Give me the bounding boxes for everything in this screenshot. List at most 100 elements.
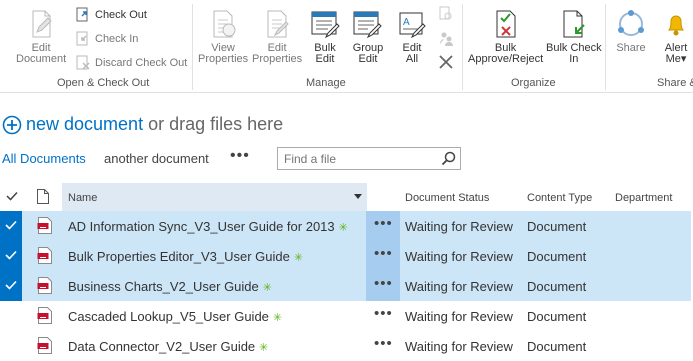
svg-text:A: A: [403, 17, 410, 28]
bell-icon: [667, 15, 685, 36]
new-document-bar: new document or drag files here: [2, 114, 283, 135]
discard-check-out-icon: [76, 55, 90, 70]
view-properties-icon: [213, 10, 236, 38]
edit-properties-icon: [267, 10, 289, 38]
search-document-icon[interactable]: [438, 6, 454, 22]
row-menu-button[interactable]: •••: [374, 245, 393, 262]
document-name-link[interactable]: Cascaded Lookup_V5_User Guide ✳: [68, 309, 282, 324]
group-edit-icon: [353, 11, 382, 39]
pdf-file-icon: [37, 307, 52, 324]
view-another-document[interactable]: another document: [104, 151, 209, 166]
checkmark-icon: [5, 280, 17, 290]
add-icon[interactable]: [2, 115, 22, 135]
edit-all-button[interactable]: A Edit All: [396, 8, 428, 65]
row-menu-button[interactable]: •••: [374, 215, 393, 232]
check-out-button[interactable]: Check Out: [76, 7, 147, 23]
bulk-edit-icon: [311, 11, 340, 39]
document-status-cell: Waiting for Review: [405, 339, 513, 354]
drag-files-text: or drag files here: [148, 114, 284, 134]
pdf-file-icon: [37, 217, 52, 234]
list-header: Name Document Status Content Type Depart…: [0, 183, 693, 211]
content-type-cell: Document: [527, 219, 587, 234]
document-name-link[interactable]: Bulk Properties Editor_V3_User Guide ✳: [68, 249, 303, 264]
document-status-column-header[interactable]: Document Status: [405, 192, 489, 204]
new-document-link[interactable]: new document: [26, 114, 143, 135]
table-row[interactable]: Business Charts_V2_User Guide ✳ ••• Waiting…: [0, 271, 693, 301]
row-menu-button[interactable]: •••: [374, 335, 393, 352]
document-status-cell: Waiting for Review: [405, 249, 513, 264]
edit-properties-button[interactable]: Edit Properties: [252, 8, 302, 65]
check-in-label: Check In: [95, 33, 139, 45]
approve-reject-icon: [496, 10, 516, 38]
content-type-column-header[interactable]: Content Type: [527, 192, 592, 204]
document-name: Data Connector_V2_User Guide: [68, 339, 256, 354]
edit-all-label: Edit All: [402, 42, 422, 65]
new-item-icon: ✳: [262, 282, 272, 294]
table-row[interactable]: Bulk Properties Editor_V3_User Guide ✳ •••…: [0, 241, 693, 271]
row-menu-button[interactable]: •••: [374, 305, 393, 322]
department-column-header[interactable]: Department: [615, 192, 672, 204]
share-label: Share: [616, 42, 646, 54]
check-out-icon: [76, 7, 88, 22]
table-row[interactable]: AD Information Sync_V3_User Guide for 20…: [0, 211, 693, 241]
document-name-link[interactable]: Data Connector_V2_User Guide ✳: [68, 339, 268, 354]
group-edit-label: Group Edit: [352, 42, 384, 65]
sort-dropdown-icon[interactable]: [354, 194, 362, 199]
row-menu-button[interactable]: •••: [374, 275, 393, 292]
row-checkbox[interactable]: [0, 301, 22, 331]
select-all-checkmark-icon[interactable]: [6, 191, 18, 201]
pdf-file-icon: [37, 337, 52, 354]
document-name: Cascaded Lookup_V5_User Guide: [68, 309, 269, 324]
name-column-label: Name: [68, 192, 98, 204]
search-icon[interactable]: [441, 151, 456, 166]
edit-document-button[interactable]: Edit Document: [16, 8, 66, 65]
name-column-header[interactable]: Name: [62, 183, 367, 211]
check-in-button[interactable]: Check In: [76, 31, 138, 47]
share-icon: [618, 10, 644, 36]
bulk-approve-reject-button[interactable]: Bulk Approve/Reject: [468, 8, 543, 65]
document-name: AD Information Sync_V3_User Guide for 20…: [68, 219, 335, 234]
table-row[interactable]: Data Connector_V2_User Guide ✳ ••• Waiting …: [0, 331, 693, 361]
organize-group-label: Organize: [511, 77, 556, 89]
pdf-file-icon: [37, 277, 52, 294]
bulk-edit-button[interactable]: Bulk Edit: [309, 8, 341, 65]
bulk-edit-label: Bulk Edit: [314, 42, 336, 65]
manage-group-label: Manage: [306, 77, 346, 89]
document-name-link[interactable]: Business Charts_V2_User Guide ✳: [68, 279, 272, 294]
discard-check-out-label: Discard Check Out: [95, 57, 188, 69]
delete-icon[interactable]: [438, 54, 454, 70]
row-checkbox[interactable]: [0, 271, 22, 301]
ribbon-separator: [605, 4, 606, 90]
row-checkbox[interactable]: [0, 331, 22, 361]
share-button[interactable]: Share: [615, 8, 647, 54]
table-row[interactable]: Cascaded Lookup_V5_User Guide ✳ ••• Waiting…: [0, 301, 693, 331]
content-type-cell: Document: [527, 309, 587, 324]
content-type-cell: Document: [527, 279, 587, 294]
checkmark-icon: [5, 250, 17, 260]
document-name-link[interactable]: AD Information Sync_V3_User Guide for 20…: [68, 219, 348, 234]
search-input[interactable]: [278, 148, 428, 169]
ribbon: Edit Document Check Out Check In Discard…: [0, 0, 693, 93]
check-in-icon: [76, 31, 88, 46]
document-name: Business Charts_V2_User Guide: [68, 279, 259, 294]
document-status-cell: Waiting for Review: [405, 219, 513, 234]
new-item-icon: ✳: [338, 222, 348, 234]
bulk-check-in-button[interactable]: Bulk Check In: [546, 8, 602, 65]
edit-properties-label: Edit Properties: [252, 42, 303, 65]
checkmark-icon: [5, 220, 17, 230]
discard-check-out-button[interactable]: Discard Check Out: [76, 55, 187, 71]
row-checkbox[interactable]: [0, 241, 22, 271]
people-icon[interactable]: [438, 30, 454, 46]
content-type-cell: Document: [527, 249, 587, 264]
group-edit-button[interactable]: Group Edit: [352, 8, 384, 65]
edit-document-icon: [32, 10, 52, 38]
more-views-button[interactable]: •••: [230, 147, 250, 165]
view-all-documents[interactable]: All Documents: [2, 151, 86, 166]
alert-me-label: Alert Me▾: [664, 42, 688, 65]
check-out-label: Check Out: [95, 9, 147, 21]
pdf-file-icon: [37, 247, 52, 264]
alert-me-button[interactable]: Alert Me▾: [660, 8, 692, 65]
row-checkbox[interactable]: [0, 211, 22, 241]
view-properties-button[interactable]: View Properties: [198, 8, 248, 65]
open-checkout-group-label: Open & Check Out: [57, 77, 150, 89]
